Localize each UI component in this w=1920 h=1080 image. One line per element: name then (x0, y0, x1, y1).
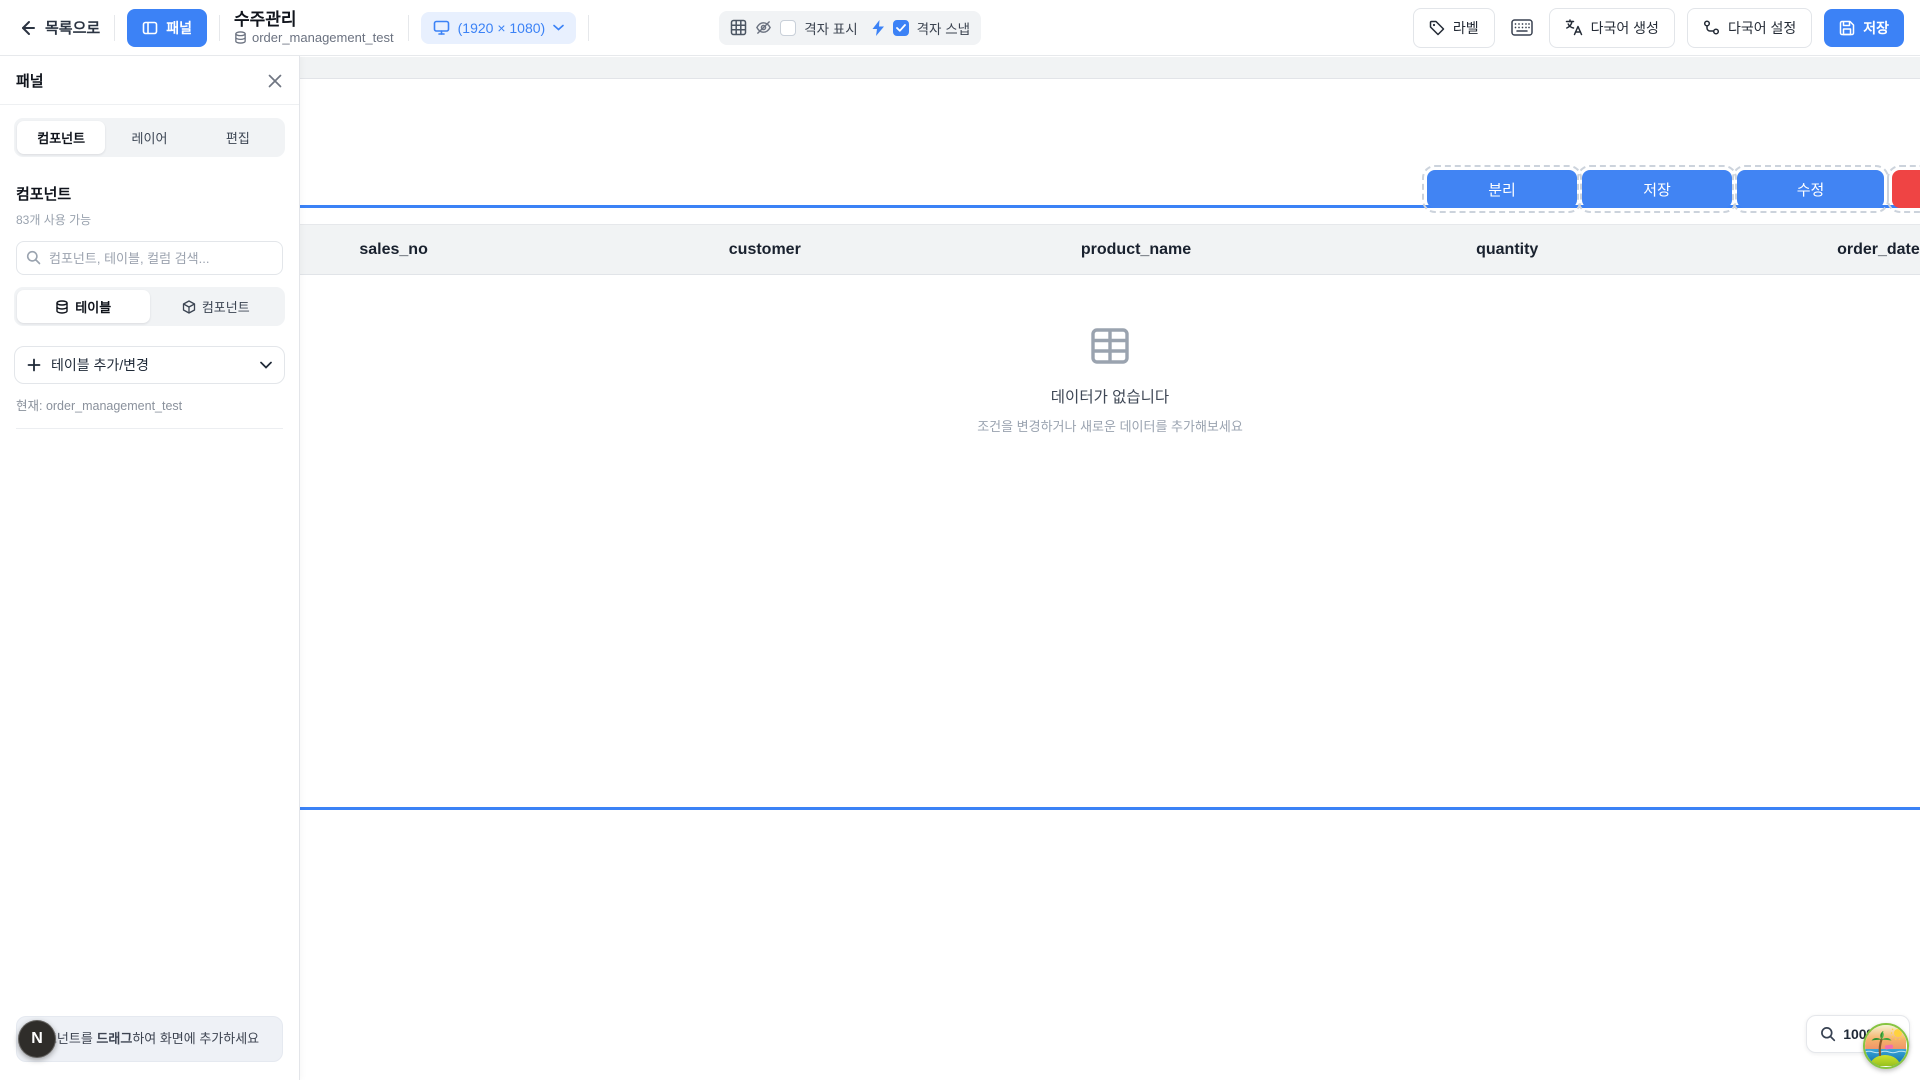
source-tab-component[interactable]: 컴포넌트 (150, 290, 283, 323)
search-icon (26, 250, 41, 265)
datasource-line: order_management_test (234, 31, 394, 44)
toolbar-divider (114, 15, 115, 41)
translate-icon (1565, 19, 1583, 37)
i18n-settings-label: 다국어 설정 (1728, 18, 1796, 38)
panel-tab-bar: 컴포넌트 레이어 편집 (14, 118, 285, 157)
column-header: customer (579, 241, 950, 259)
close-icon[interactable] (267, 73, 283, 89)
panel-left-icon (142, 20, 158, 36)
grid-snap-checkbox[interactable] (893, 20, 909, 36)
panel-toggle-button[interactable]: 패널 (127, 9, 207, 47)
data-table-header-row[interactable]: sales_no customer product_name quantity … (208, 224, 1920, 275)
island-sticker-icon[interactable] (1863, 1023, 1909, 1069)
grid-show-checkbox[interactable] (780, 20, 796, 36)
empty-state-subtitle: 조건을 변경하거나 새로운 데이터를 추가해보세요 (977, 416, 1243, 435)
canvas-separate-button[interactable]: 분리 (1427, 170, 1577, 208)
label-button[interactable]: 라벨 (1413, 8, 1495, 48)
column-header: product_name (950, 241, 1321, 259)
tab-components[interactable]: 컴포넌트 (17, 121, 105, 154)
add-change-table-dropdown[interactable]: 테이블 추가/변경 (14, 346, 285, 384)
source-tab-table-label: 테이블 (75, 297, 111, 316)
canvas-save-button[interactable]: 저장 (1582, 170, 1732, 208)
monitor-icon (433, 20, 450, 35)
grid-icon (730, 19, 747, 36)
component-search-input[interactable] (16, 241, 283, 275)
current-table-label: 현재: order_management_test (16, 395, 283, 414)
tag-icon (1429, 20, 1445, 36)
component-search (16, 241, 283, 275)
components-section: 컴포넌트 83개 사용 가능 (0, 157, 299, 275)
components-available-count: 83개 사용 가능 (16, 211, 283, 228)
empty-state-title: 데이터가 없습니다 (1051, 385, 1169, 407)
i18n-settings-button[interactable]: 다국어 설정 (1687, 8, 1812, 48)
keyboard-shortcuts-button[interactable] (1507, 15, 1537, 40)
screen-size-dropdown[interactable]: (1920 × 1080) (421, 12, 577, 44)
page-title-block: 수주관리 order_management_test (234, 11, 394, 44)
column-header: quantity (1322, 241, 1693, 259)
i18n-generate-button[interactable]: 다국어 생성 (1549, 8, 1675, 48)
source-tab-component-label: 컴포넌트 (202, 297, 250, 316)
save-button[interactable]: 저장 (1824, 9, 1904, 47)
toolbar-divider (219, 15, 220, 41)
magnifier-icon (1820, 1026, 1836, 1042)
toolbar-divider (408, 15, 409, 41)
panel-title: 패널 (16, 70, 44, 91)
box-icon (182, 300, 196, 314)
eye-off-icon[interactable] (755, 19, 772, 36)
save-button-label: 저장 (1863, 18, 1889, 38)
save-icon (1839, 20, 1855, 36)
side-panel: 패널 컴포넌트 레이어 편집 컴포넌트 83개 사용 가능 (0, 56, 300, 1080)
column-header: order_date (1693, 241, 1920, 259)
empty-table-icon (1089, 325, 1131, 367)
database-icon (55, 300, 69, 314)
back-to-list-label: 목록으로 (45, 17, 100, 38)
table-selection-border-bottom (299, 807, 1920, 810)
canvas-edit-button[interactable]: 수정 (1737, 170, 1884, 208)
panel-header: 패널 (0, 56, 299, 105)
plus-icon (27, 358, 41, 372)
screen-size-value: (1920 × 1080) (458, 20, 546, 36)
source-type-tab-bar: 테이블 컴포넌트 (14, 287, 285, 326)
source-tab-table[interactable]: 테이블 (17, 290, 150, 323)
lightning-icon (872, 20, 885, 36)
i18n-generate-label: 다국어 생성 (1591, 18, 1659, 38)
add-change-table-label: 테이블 추가/변경 (51, 355, 250, 375)
components-section-title: 컴포넌트 (16, 183, 283, 204)
grid-snap-label: 격자 스냅 (917, 18, 970, 38)
tab-layers[interactable]: 레이어 (105, 121, 193, 154)
label-button-text: 라벨 (1453, 18, 1479, 38)
canvas-danger-button[interactable] (1892, 170, 1920, 208)
drag-tip-text: 컴포넌트를 드래그하여 화면에 추가하세요 (33, 1031, 259, 1046)
chevron-down-icon (553, 24, 564, 31)
drag-tip-box: N 컴포넌트를 드래그하여 화면에 추가하세요 (16, 1016, 283, 1062)
back-to-list-button[interactable]: 목록으로 (16, 13, 102, 42)
panel-toggle-label: 패널 (166, 18, 192, 38)
collaborator-badge: N (18, 1020, 56, 1058)
panel-spacer (0, 429, 299, 1016)
workflow-icon (1703, 19, 1720, 36)
app-editor: 목록으로 패널 수주관리 order_management_test (1920 (0, 0, 1920, 1080)
arrow-left-icon (18, 19, 36, 37)
grid-options-group: 격자 표시 격자 스냅 (719, 11, 981, 45)
tab-edit[interactable]: 편집 (194, 121, 282, 154)
page-title: 수주관리 (234, 11, 394, 28)
toolbar-divider (588, 15, 589, 41)
chevron-down-icon (260, 361, 272, 369)
database-icon (234, 31, 247, 44)
toolbar-right-group: 라벨 다국어 생성 다국어 설정 저장 (1413, 8, 1904, 48)
top-toolbar: 목록으로 패널 수주관리 order_management_test (1920 (0, 0, 1920, 56)
table-empty-state: 데이터가 없습니다 조건을 변경하거나 새로운 데이터를 추가해보세요 (300, 325, 1920, 435)
grid-show-label: 격자 표시 (804, 18, 857, 38)
datasource-name: order_management_test (252, 31, 394, 44)
